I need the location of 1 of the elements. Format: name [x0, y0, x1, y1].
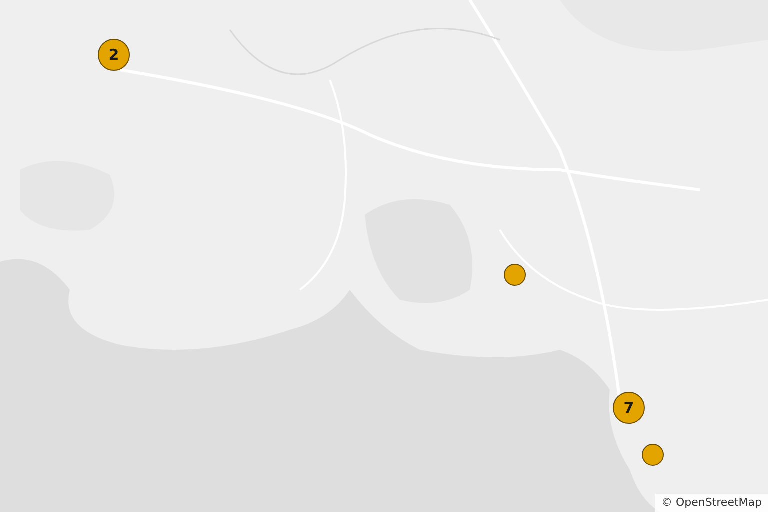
attribution-text: © OpenStreetMap [655, 494, 768, 512]
